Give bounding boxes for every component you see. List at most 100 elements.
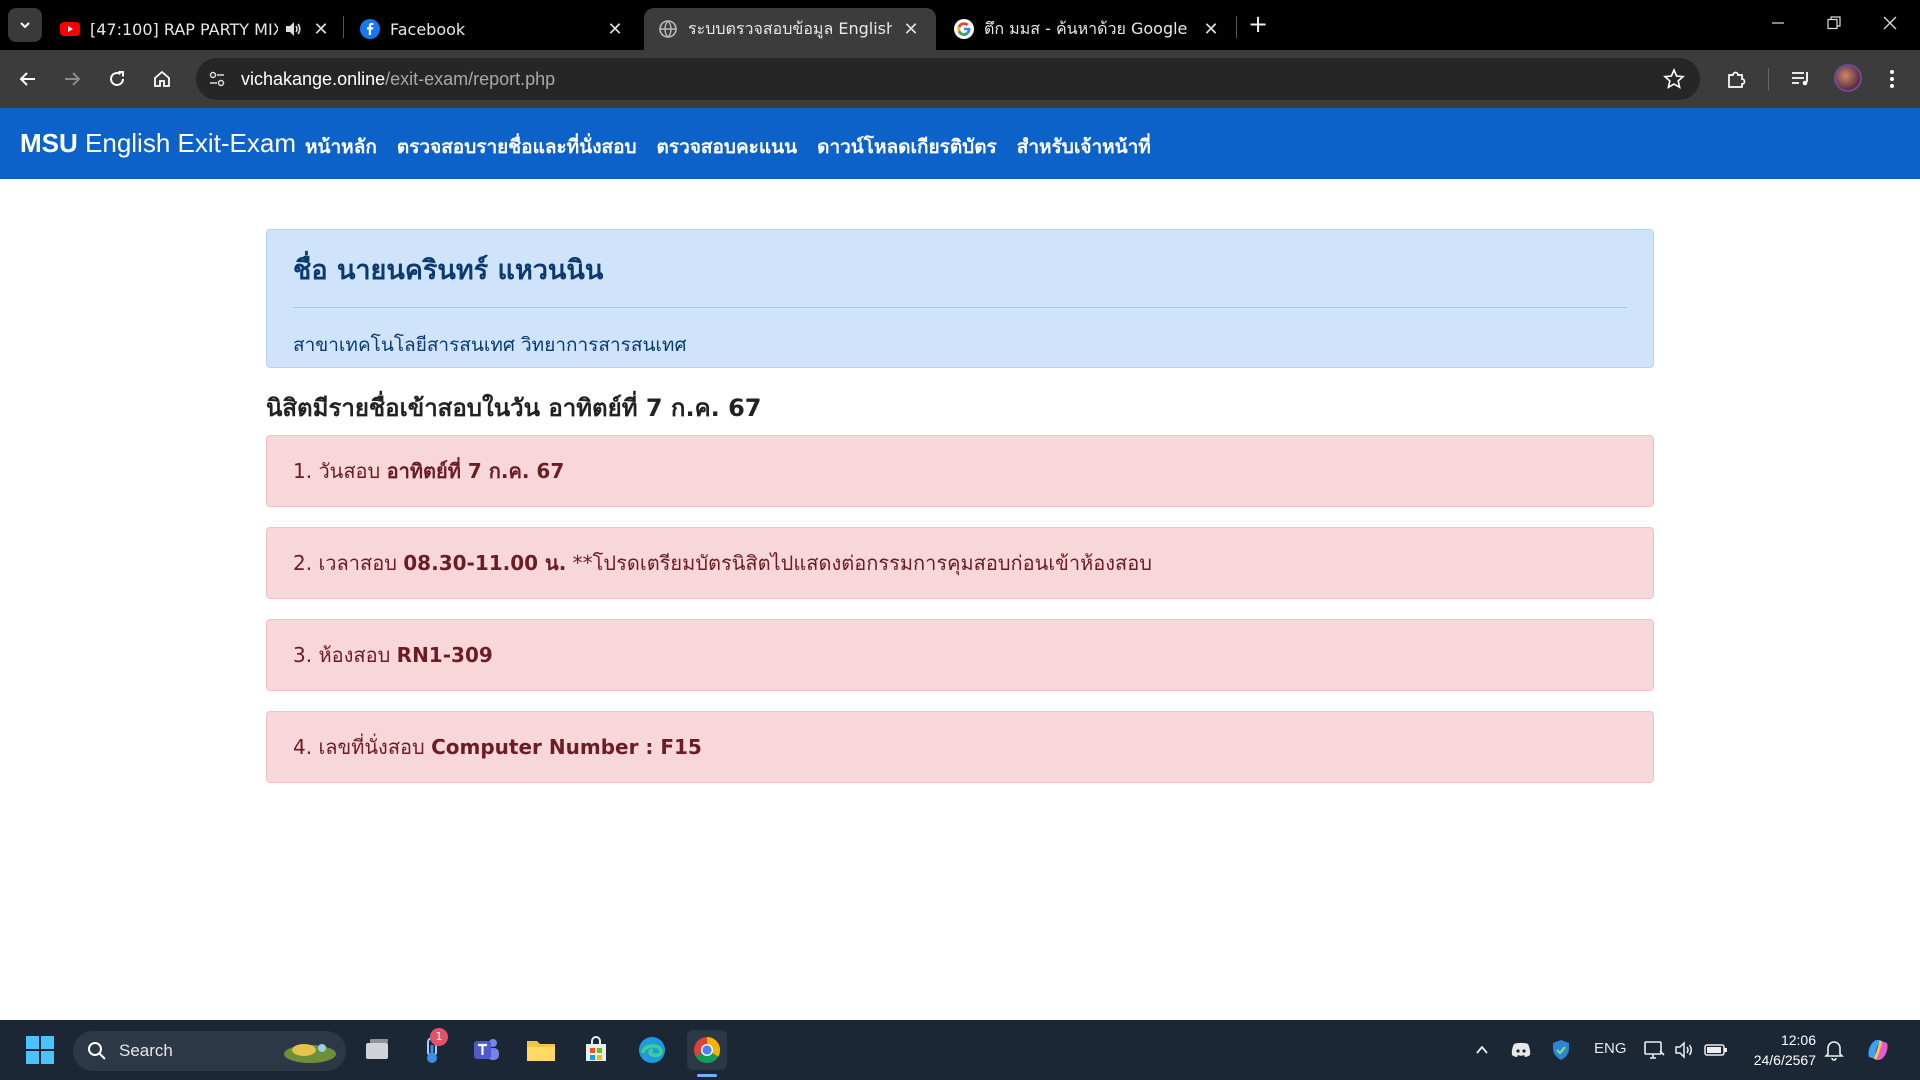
facebook-icon <box>360 19 380 39</box>
url-host: vichakange.online <box>241 69 386 89</box>
tab-strip: [47:100] RAP PARTY MIX pt. ✕ Facebook ✕ … <box>0 0 1920 50</box>
close-window-button[interactable] <box>1870 10 1910 40</box>
student-info-card: ชื่อ นายนครินทร์ แหวนนิน สาขาเทคโนโลยีสา… <box>266 229 1654 368</box>
url-text[interactable]: vichakange.online/exit-exam/report.php <box>241 69 555 90</box>
nav-check-score[interactable]: ตรวจสอบคะแนน <box>657 132 798 162</box>
store-icon <box>586 1036 606 1061</box>
forward-button[interactable] <box>56 63 88 95</box>
bookmark-star-icon[interactable] <box>1662 67 1686 91</box>
toolbar-divider <box>1768 68 1769 90</box>
file-explorer-button[interactable] <box>521 1030 561 1070</box>
nav-home[interactable]: หน้าหลัก <box>305 132 377 162</box>
taskbar-search[interactable]: Search <box>73 1031 346 1071</box>
speaker-icon[interactable] <box>284 21 302 37</box>
exam-date-heading: นิสิตมีรายชื่อเข้าสอบในวัน อาทิตย์ที่ 7 … <box>266 394 762 422</box>
tab-exit-exam[interactable]: ระบบตรวจสอบข้อมูล English Exit-E ✕ <box>644 8 936 50</box>
profile-avatar[interactable] <box>1834 64 1862 92</box>
close-tab-icon[interactable]: ✕ <box>900 19 922 40</box>
notifications-button[interactable] <box>1814 1030 1854 1070</box>
clock-time: 12:06 <box>1780 1032 1816 1048</box>
search-icon <box>88 1042 106 1060</box>
store-button[interactable] <box>576 1030 616 1070</box>
chevron-down-icon <box>20 22 30 29</box>
tab-facebook[interactable]: Facebook ✕ <box>346 8 640 50</box>
extensions-button[interactable] <box>1720 63 1752 95</box>
reload-button[interactable] <box>101 63 133 95</box>
copilot-icon <box>1868 1040 1888 1060</box>
youtube-icon <box>60 19 80 39</box>
nav-check-seat[interactable]: ตรวจสอบรายชื่อและที่นั่งสอบ <box>397 132 637 162</box>
tab-title: ระบบตรวจสอบข้อมูล English Exit-E <box>688 18 892 38</box>
tab-title: Facebook <box>390 19 466 39</box>
browser-menu-button[interactable] <box>1876 63 1908 95</box>
tab-title: [47:100] RAP PARTY MIX pt. <box>90 19 278 39</box>
playlist-icon <box>1792 72 1808 86</box>
tab-youtube[interactable]: [47:100] RAP PARTY MIX pt. ✕ <box>46 8 346 50</box>
bell-icon <box>1824 1041 1844 1061</box>
exam-detail-date: 1. วันสอบ อาทิตย์ที่ 7 ก.ค. 67 <box>266 435 1654 507</box>
detail-value: 08.30-11.00 น. <box>403 551 567 575</box>
notification-badge: 1 <box>430 1028 448 1046</box>
close-tab-icon[interactable]: ✕ <box>1200 19 1222 40</box>
puzzle-icon <box>1728 71 1746 88</box>
detail-value: RN1-309 <box>396 643 493 667</box>
security-tray-icon[interactable] <box>1541 1030 1581 1070</box>
task-view-button[interactable] <box>357 1030 397 1070</box>
site-info-icon[interactable] <box>206 68 228 90</box>
brand-bold: MSU <box>20 128 78 158</box>
tab-divider <box>343 16 344 38</box>
close-tab-icon[interactable]: ✕ <box>310 19 332 40</box>
search-label: Search <box>119 1041 173 1060</box>
close-tab-icon[interactable]: ✕ <box>604 19 626 40</box>
teams-icon <box>474 1039 499 1060</box>
close-icon <box>1883 16 1897 30</box>
restore-button[interactable] <box>1814 10 1854 40</box>
address-bar[interactable]: vichakange.online/exit-exam/report.php <box>196 58 1700 100</box>
tab-divider <box>1236 16 1237 38</box>
language-indicator[interactable]: ENG <box>1594 1040 1627 1057</box>
detail-label: 1. วันสอบ <box>293 459 387 483</box>
exam-detail-room: 3. ห้องสอบ RN1-309 <box>266 619 1654 691</box>
detail-value: อาทิตย์ที่ 7 ก.ค. 67 <box>386 459 565 483</box>
detail-value: Computer Number : F15 <box>431 735 702 759</box>
new-tab-button[interactable]: + <box>1243 10 1273 40</box>
edge-icon <box>639 1037 665 1063</box>
chrome-button[interactable] <box>687 1030 727 1070</box>
edge-button[interactable] <box>632 1030 672 1070</box>
minimize-button[interactable] <box>1758 10 1798 40</box>
brand-text: English Exit-Exam <box>85 128 296 158</box>
home-button[interactable] <box>146 63 178 95</box>
discord-tray-icon[interactable] <box>1501 1030 1541 1070</box>
teams-button[interactable] <box>466 1030 506 1070</box>
browser-toolbar: vichakange.online/exit-exam/report.php <box>0 50 1920 108</box>
arrow-left-icon <box>19 72 35 86</box>
tab-search-button[interactable] <box>8 8 42 42</box>
exam-detail-time: 2. เวลาสอบ 08.30-11.00 น. **โปรดเตรียมบั… <box>266 527 1654 599</box>
site-navbar: MSU English Exit-Exam หน้าหลัก ตรวจสอบรา… <box>0 108 1920 179</box>
detail-label: 2. เวลาสอบ <box>293 551 404 575</box>
start-button[interactable] <box>20 1030 60 1070</box>
student-program: สาขาเทคโนโลยีสารสนเทศ วิทยาการสารสนเทศ <box>293 334 687 356</box>
chrome-icon <box>694 1036 721 1064</box>
taskbar-clock[interactable]: 12:06 24/6/2567 <box>1740 1030 1816 1070</box>
google-icon <box>954 19 974 39</box>
tab-title: ตึก มมส - ค้นหาด้วย Google <box>984 18 1188 38</box>
detail-note: **โปรดเตรียมบัตรนิสิตไปแสดงต่อกรรมการคุม… <box>566 551 1152 575</box>
back-button[interactable] <box>12 63 44 95</box>
windows-logo-icon <box>26 1036 54 1064</box>
tab-google-search[interactable]: ตึก มมส - ค้นหาด้วย Google ✕ <box>940 8 1236 50</box>
site-brand[interactable]: MSU English Exit-Exam <box>20 128 296 159</box>
exam-detail-seat: 4. เลขที่นั่งสอบ Computer Number : F15 <box>266 711 1654 783</box>
detail-label: 3. ห้องสอบ <box>293 643 397 667</box>
copilot-button[interactable] <box>1858 1030 1898 1070</box>
battery-tray-icon[interactable] <box>1696 1030 1736 1070</box>
nav-staff[interactable]: สำหรับเจ้าหน้าที่ <box>1017 132 1151 162</box>
nav-download-certificate[interactable]: ดาวน์โหลดเกียรติบัตร <box>817 132 997 162</box>
home-icon <box>154 70 170 87</box>
media-controls-button[interactable] <box>1785 63 1817 95</box>
task-view-icon <box>366 1039 388 1059</box>
show-hidden-icons-button[interactable] <box>1462 1030 1502 1070</box>
chevron-up-icon <box>1476 1045 1488 1054</box>
windows-taskbar: Search 1 ENG 12:06 24/6/2567 <box>0 1020 1920 1080</box>
restore-icon <box>1827 16 1841 30</box>
